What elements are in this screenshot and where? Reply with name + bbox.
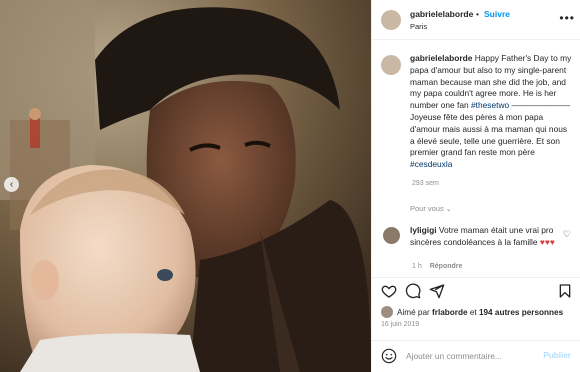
comment-text: lyligigi Votre maman était une vrai pro … — [410, 225, 560, 249]
follow-button[interactable]: Suivre — [484, 9, 510, 19]
post-header: gabrielelaborde • Suivre Paris ••• — [372, 0, 580, 40]
avatar[interactable] — [383, 227, 400, 244]
instagram-post-modal: ‹ gabrielelaborde • Suivre Paris ••• gab… — [0, 0, 580, 372]
caption-username[interactable]: gabrielelaborde — [410, 53, 472, 63]
more-horizontal-icon[interactable]: ••• — [559, 11, 575, 25]
avatar[interactable] — [381, 55, 401, 75]
pour-vous-label: Pour vous — [410, 204, 444, 213]
publish-button[interactable]: Publier — [543, 351, 571, 360]
post-photo[interactable]: ‹ — [0, 0, 371, 372]
separator-dot: • — [476, 9, 479, 19]
caption-timestamp: 293 sem — [412, 180, 439, 187]
avatar[interactable] — [381, 10, 401, 30]
likes-user[interactable]: frlaborde — [432, 308, 468, 317]
comment-time: 1 h — [412, 263, 422, 270]
post-date: 16 juin 2019 — [381, 321, 420, 328]
reply-button[interactable]: Répondre — [430, 263, 463, 270]
pour-vous-toggle[interactable]: Pour vous ⌄ — [410, 204, 452, 213]
likes-summary: Aimé par frlaborde et 194 autres personn… — [372, 306, 580, 322]
post-actions — [372, 277, 580, 299]
post-side-panel: gabrielelaborde • Suivre Paris ••• gabri… — [371, 0, 580, 372]
post-location[interactable]: Paris — [410, 22, 427, 31]
carousel-prev-icon[interactable]: ‹ — [4, 177, 19, 192]
heart-icon[interactable] — [381, 283, 397, 299]
bookmark-icon[interactable] — [557, 283, 573, 299]
photo-illustration — [0, 0, 371, 372]
hashtag-link[interactable]: #cesdeuxla — [410, 159, 452, 169]
avatar[interactable] — [381, 306, 393, 318]
comment-input[interactable] — [406, 348, 536, 364]
comment-hearts: ♥♥♥ — [539, 236, 555, 247]
comment-username[interactable]: lyligigi — [410, 225, 437, 235]
caption-text: gabrielelaborde Happy Father's Day to my… — [410, 53, 574, 171]
chevron-down-icon: ⌄ — [445, 206, 452, 213]
caption-french: Joyeuse fête des pères à mon papa d'amou… — [410, 111, 568, 158]
caption-divider: ——————— — [511, 100, 571, 111]
hashtag-link[interactable]: #thesetwo — [471, 100, 509, 110]
likes-prefix: Aimé par — [397, 308, 430, 317]
comment-icon[interactable] — [405, 283, 421, 299]
share-icon[interactable] — [429, 283, 445, 299]
add-comment-bar: Publier — [372, 340, 580, 372]
comment-meta: 1 h Répondre — [412, 263, 462, 270]
comment-heart-icon[interactable]: ♡ — [563, 229, 571, 240]
author-username[interactable]: gabrielelaborde — [410, 9, 473, 19]
likes-text[interactable]: Aimé par frlaborde et 194 autres personn… — [397, 308, 563, 317]
likes-connector: et — [469, 308, 477, 317]
emoji-icon[interactable] — [381, 348, 397, 364]
likes-others[interactable]: 194 autres personnes — [479, 308, 563, 317]
